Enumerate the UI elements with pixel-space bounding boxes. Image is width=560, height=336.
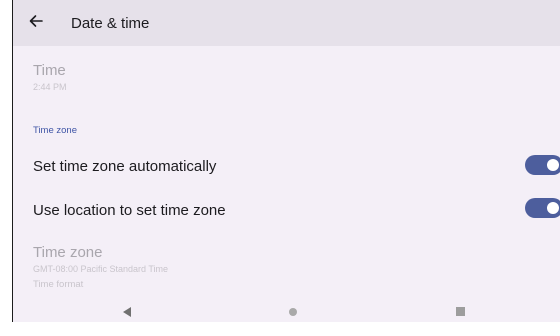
square-recents-icon[interactable] (456, 307, 465, 316)
location-time-zone-label: Use location to set time zone (33, 202, 226, 219)
circle-home-icon[interactable] (289, 308, 297, 316)
toggle-knob (547, 159, 559, 171)
system-nav-bar (13, 301, 560, 322)
time-zone-title: Time zone (33, 244, 103, 261)
arrow-left-icon (29, 14, 43, 33)
section-header-time-format: Time format (33, 279, 84, 290)
auto-time-zone-toggle[interactable] (525, 155, 560, 175)
back-button[interactable] (23, 10, 49, 36)
toggle-knob (547, 202, 559, 214)
location-time-zone-toggle[interactable] (525, 198, 560, 218)
app-bar: Date & time (13, 0, 560, 46)
auto-time-zone-label: Set time zone automatically (33, 158, 217, 175)
time-zone-value: GMT-08:00 Pacific Standard Time (33, 264, 169, 274)
time-value: 2:44 PM (33, 82, 67, 92)
settings-screen: Date & time Time 2:44 PM Time zone Set t… (13, 0, 560, 322)
time-title: Time (33, 62, 66, 79)
section-header-time-zone: Time zone (33, 125, 77, 136)
triangle-back-icon[interactable] (123, 307, 131, 317)
page-title: Date & time (71, 15, 150, 32)
